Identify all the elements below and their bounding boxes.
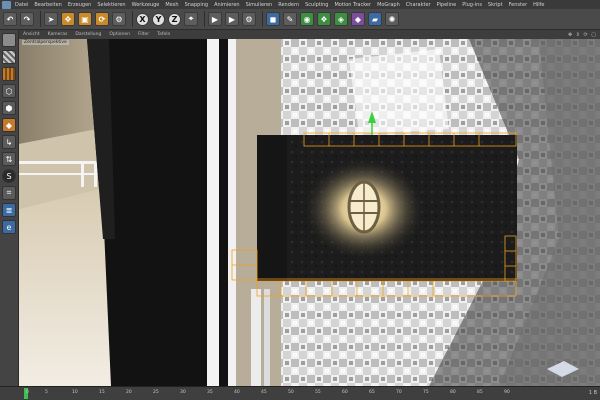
toolbar-divider (40, 11, 41, 27)
viewport-menu-kameras[interactable]: Kameras (44, 32, 72, 37)
timeline-tick-label: 10 (72, 390, 78, 395)
texture-mode-icon[interactable] (2, 50, 16, 64)
axis-x-button[interactable]: X (136, 12, 149, 26)
viewport-menu-optionen[interactable]: Optionen (105, 32, 134, 37)
menu-werkzeuge[interactable]: Werkzeuge (129, 1, 163, 9)
timeline-tick-label: 25 (153, 390, 159, 395)
timeline-tick-label: 45 (261, 390, 267, 395)
model-mode-icon[interactable] (2, 33, 16, 47)
viewport-menu-filter[interactable]: Filter (134, 32, 153, 37)
timeline-tick-label: 90 (504, 390, 510, 395)
viewport-menu-darstellung[interactable]: Darstellung (71, 32, 105, 37)
menu-pipeline[interactable]: Pipeline (434, 1, 460, 9)
timeline-tick-label: 40 (234, 390, 240, 395)
toolbar-divider (132, 11, 133, 27)
3d-viewport[interactable]: Zentralperspektive (19, 39, 600, 386)
info-icon[interactable]: e (2, 220, 16, 234)
scale-tool-icon[interactable]: ▣ (78, 12, 92, 26)
timeline-tick-label: 0 (26, 390, 29, 395)
render-view-icon[interactable]: ▶ (208, 12, 222, 26)
timeline-tick-label: 35 (207, 390, 213, 395)
timeline-tick-label: 5 (45, 390, 48, 395)
viewport-menu-bar: Ansicht Kameras Darstellung Optionen Fil… (19, 30, 600, 39)
timeline-end-label: 1 B (588, 390, 597, 396)
viewport-camera-label: Zentralperspektive (22, 40, 69, 45)
render-picture-viewer-icon[interactable]: ▶ (225, 12, 239, 26)
subdivision-surface-icon[interactable]: ◉ (300, 12, 314, 26)
menu-sculpting[interactable]: Sculpting (302, 1, 331, 9)
timeline-tick-label: 30 (180, 390, 186, 395)
menu-simulieren[interactable]: Simulieren (243, 1, 276, 9)
menu-skript[interactable]: Skript (485, 1, 506, 9)
polygons-mode-icon[interactable]: ◆ (2, 118, 16, 132)
timeline-tick-label: 85 (477, 390, 483, 395)
menu-mesh[interactable]: Mesh (162, 1, 181, 9)
viewport-menu-tafeln[interactable]: Tafeln (153, 32, 174, 37)
menu-animieren[interactable]: Animieren (211, 1, 243, 9)
array-generator-icon[interactable]: ❖ (317, 12, 331, 26)
menu-plugins[interactable]: Plug-ins (459, 1, 485, 9)
menu-mograph[interactable]: MoGraph (374, 1, 403, 9)
cube-primitive-icon[interactable]: ◼ (266, 12, 280, 26)
points-mode-icon[interactable]: ⬡ (2, 84, 16, 98)
timeline-tick-label: 60 (342, 390, 348, 395)
menu-erzeugen[interactable]: Erzeugen (65, 1, 95, 9)
move-tool-icon[interactable]: ✥ (61, 12, 75, 26)
timeline-tick-label: 75 (423, 390, 429, 395)
workplane-lock-icon[interactable]: ⌗ (2, 186, 16, 200)
viewport-navigation-icons[interactable]: ✥ ⇕ ⟳ ▢ (568, 32, 597, 38)
select-arrow-icon[interactable]: ➤ (44, 12, 58, 26)
redo-icon[interactable]: ↷ (20, 12, 34, 26)
timeline-tick-label: 80 (450, 390, 456, 395)
toolbar-divider (204, 11, 205, 27)
timeline-tick-label: 70 (396, 390, 402, 395)
light-icon[interactable]: ✺ (385, 12, 399, 26)
menu-snapping[interactable]: Snapping (182, 1, 212, 9)
deformer-icon[interactable]: ◈ (334, 12, 348, 26)
menu-bar: Datei Bearbeiten Erzeugen Selektieren We… (0, 0, 600, 9)
menu-bearbeiten[interactable]: Bearbeiten (31, 1, 64, 9)
axis-z-button[interactable]: Z (168, 12, 181, 26)
recent-tools-icon[interactable]: ⚙ (112, 12, 126, 26)
mode-palette: ⬡ ⬢ ◆ ↳ ⇅ S ⌗ ≣ e (0, 30, 19, 386)
timeline-tick-label: 55 (315, 390, 321, 395)
viewport-menu-ansicht[interactable]: Ansicht (19, 32, 44, 37)
edges-mode-icon[interactable]: ⬢ (2, 101, 16, 115)
camera-icon[interactable]: ▰ (368, 12, 382, 26)
menu-charakter[interactable]: Charakter (403, 1, 434, 9)
menu-datei[interactable]: Datei (12, 1, 31, 9)
viewport-scene (19, 39, 600, 386)
menu-motion-tracker[interactable]: Motion Tracker (331, 1, 374, 9)
undo-icon[interactable]: ↶ (3, 12, 17, 26)
menu-rendern[interactable]: Rendern (275, 1, 302, 9)
timeline-ruler[interactable]: 0 5 10 15 20 25 30 35 40 45 50 55 60 65 … (0, 386, 600, 400)
render-settings-icon[interactable]: ⚙ (242, 12, 256, 26)
coordinate-system-icon[interactable]: ⌖ (184, 12, 198, 26)
timeline-tick-label: 20 (126, 390, 132, 395)
layers-icon[interactable]: ≣ (2, 203, 16, 217)
snap-icon[interactable]: S (2, 169, 16, 183)
pen-spline-icon[interactable]: ✎ (283, 12, 297, 26)
environment-icon[interactable]: ◆ (351, 12, 365, 26)
menu-selektieren[interactable]: Selektieren (94, 1, 128, 9)
timeline-tick-label: 50 (288, 390, 294, 395)
rotate-tool-icon[interactable]: ⟳ (95, 12, 109, 26)
axis-mode-icon[interactable]: ↳ (2, 135, 16, 149)
main-toolbar: ↶ ↷ ➤ ✥ ▣ ⟳ ⚙ X Y Z ⌖ ▶ ▶ ⚙ ◼ ✎ ◉ ❖ ◈ ◆ … (0, 9, 600, 30)
timeline-tick-label: 15 (99, 390, 105, 395)
app-icon[interactable] (2, 0, 11, 9)
menu-fenster[interactable]: Fenster (506, 1, 531, 9)
axis-y-button[interactable]: Y (152, 12, 165, 26)
toolbar-divider (262, 11, 263, 27)
tweak-mode-icon[interactable]: ⇅ (2, 152, 16, 166)
menu-hilfe[interactable]: Hilfe (530, 1, 547, 9)
timeline-tick-label: 65 (369, 390, 375, 395)
workplane-mode-icon[interactable] (2, 67, 16, 81)
